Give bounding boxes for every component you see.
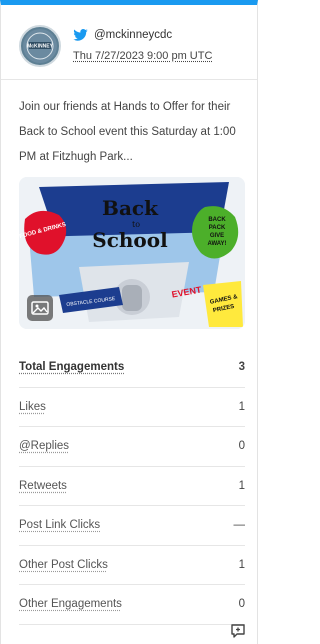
metric-label[interactable]: @Replies [19,440,69,452]
account-handle[interactable]: @mckinneycdc [94,29,172,41]
metric-post-link-clicks: Post Link Clicks — [19,506,245,546]
metric-label[interactable]: Total Engagements [19,361,124,373]
badge-line2: PACK [209,225,226,231]
engagement-metrics: Total Engagements 3 Likes 1 @Replies 0 R… [19,348,245,625]
metric-label[interactable]: Other Post Clicks [19,559,108,571]
metric-value: 0 [238,598,245,611]
post-text: Join our friends at Hands to Offer for t… [19,101,236,163]
avatar-text: McKINNEY [27,44,54,50]
metric-value: 1 [238,558,245,571]
twitter-bird-icon [73,29,88,41]
metric-value: 0 [238,440,245,453]
metric-other-engagements: Other Engagements 0 [19,585,245,625]
metric-value: 1 [238,479,245,492]
metric-retweets: Retweets 1 [19,467,245,506]
image-title-line3: School [92,228,168,252]
post-image[interactable]: FOOD & DRINKS Back to School BACK PACK G… [19,177,245,329]
badge-line1: BACK [208,217,226,223]
metric-likes: Likes 1 [19,388,245,427]
badge-line3: GIVE [210,233,224,239]
profile-avatar[interactable]: McKINNEY [19,25,61,67]
metric-other-post-clicks: Other Post Clicks 1 [19,546,245,585]
metric-label[interactable]: Post Link Clicks [19,519,100,531]
metric-label[interactable]: Likes [19,401,46,413]
badge-line4: AWAY! [207,241,226,247]
post-card: McKINNEY @mckinneycdc Thu 7/27/2023 9:00… [0,0,258,644]
metric-total-engagements: Total Engagements 3 [19,348,245,388]
metric-label[interactable]: Retweets [19,480,67,492]
image-icon[interactable] [27,295,53,321]
post-header: McKINNEY @mckinneycdc Thu 7/27/2023 9:00… [1,5,257,80]
metric-replies: @Replies 0 [19,427,245,467]
account-row: @mckinneycdc [73,27,172,43]
metric-value: 1 [238,400,245,413]
metric-label[interactable]: Other Engagements [19,598,122,610]
comment-reply-icon[interactable] [230,623,246,639]
metric-value: 3 [238,361,245,374]
metric-value: — [233,519,246,532]
image-title-line1: Back [102,196,159,220]
post-date[interactable]: Thu 7/27/2023 9:00 pm UTC [73,50,212,62]
